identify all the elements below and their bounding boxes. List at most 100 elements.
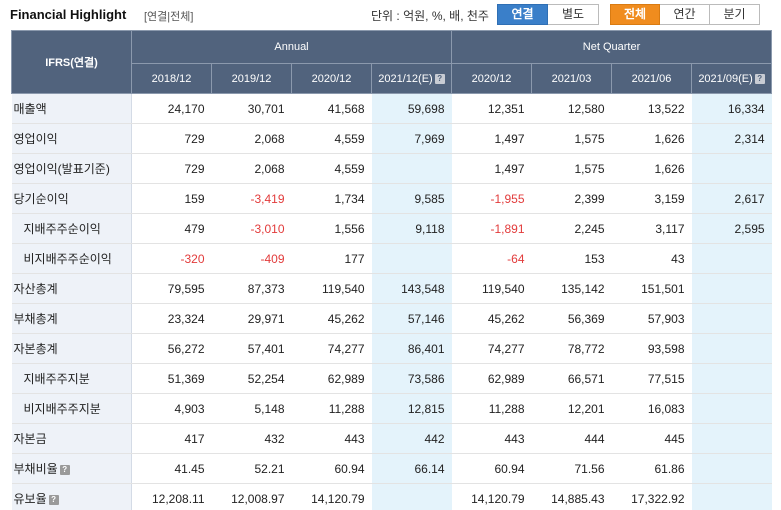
- period-quarter-toggle[interactable]: 분기: [710, 4, 760, 25]
- table-row: 비지배주주순이익 -320 -409 177 -64 153 43: [11, 243, 772, 274]
- table-cell: -1,891: [451, 213, 532, 244]
- table-cell: 729: [131, 153, 212, 184]
- table-cell: 2,314: [691, 123, 772, 154]
- row-label: 자산총계: [13, 282, 58, 296]
- column-header-3: 2021/12(E)?: [370, 63, 453, 94]
- table-cell: 43: [611, 243, 692, 274]
- table-row: 부채비율? 41.45 52.21 60.94 66.14 60.94 71.56 61.86: [11, 453, 772, 484]
- column-header-label: 2020/12: [311, 72, 352, 85]
- row-label-cell: 부채총계: [11, 303, 132, 334]
- table-cell: 71.56: [531, 453, 612, 484]
- table-row: 매출액 24,170 30,701 41,568 59,698 12,351 12,580 1…: [11, 93, 772, 124]
- table-cell: 77,515: [611, 363, 692, 394]
- table-cell: 443: [291, 423, 372, 454]
- row-help-icon[interactable]: ?: [48, 495, 59, 505]
- consolidation-toggle-group: 연결 별도: [497, 4, 599, 25]
- table-cell: 159: [131, 183, 212, 214]
- table-cell: 1,575: [531, 123, 612, 154]
- table-cell: 16,334: [691, 93, 772, 124]
- period-all-toggle[interactable]: 전체: [610, 4, 660, 25]
- table-cell: 11,288: [291, 393, 372, 424]
- column-header-5: 2021/03: [531, 63, 613, 94]
- table-cell: 60.94: [291, 453, 372, 484]
- row-label: 자본금: [13, 432, 47, 446]
- table-cell: 57,146: [371, 303, 452, 334]
- row-label-cell: 매출액: [11, 93, 132, 124]
- table-cell: 73,586: [371, 363, 452, 394]
- row-label: 부채비율: [13, 462, 58, 476]
- table-cell: 3,117: [611, 213, 692, 244]
- table-cell: 61.86: [611, 453, 692, 484]
- table-cell: 7,969: [371, 123, 452, 154]
- top-bar: Financial Highlight [연결|전체] 단위 : 억원, %, …: [0, 0, 781, 30]
- table-cell: 66.14: [371, 453, 452, 484]
- table-cell: [691, 423, 772, 454]
- table-cell: 12,201: [531, 393, 612, 424]
- table-row: 유보율? 12,208.11 12,008.97 14,120.79 14,120.79…: [11, 483, 772, 510]
- period-annual-toggle[interactable]: 연간: [660, 4, 710, 25]
- table-cell: 1,575: [531, 153, 612, 184]
- column-header-4: 2020/12: [451, 63, 533, 94]
- row-label: 비지배주주순이익: [23, 252, 112, 266]
- table-cell: 12,351: [451, 93, 532, 124]
- column-header-label: 2018/12: [151, 72, 192, 85]
- separate-toggle[interactable]: 별도: [548, 4, 599, 25]
- table-row: 비지배주주지분 4,903 5,148 11,288 12,815 11,288 12,20…: [11, 393, 772, 424]
- row-label-cell: 당기순이익: [11, 183, 132, 214]
- scope-indicator: [연결|전체]: [144, 11, 194, 23]
- table-cell: 60.94: [451, 453, 532, 484]
- row-label-cell: 비지배주주순이익: [11, 243, 132, 274]
- table-cell: 9,585: [371, 183, 452, 214]
- row-label: 부채총계: [13, 312, 58, 326]
- period-toggle-group: 전체 연간 분기: [610, 4, 760, 25]
- row-label: 지배주주순이익: [23, 222, 101, 236]
- column-header-2: 2020/12: [291, 63, 372, 94]
- table-cell: 2,399: [531, 183, 612, 214]
- table-cell: 41,568: [291, 93, 372, 124]
- table-row: 자본금 417 432 443 442 443 444 445: [11, 423, 772, 454]
- table-cell: 12,815: [371, 393, 452, 424]
- table-cell: [691, 153, 772, 184]
- table-cell: [691, 303, 772, 334]
- column-header-6: 2021/06: [611, 63, 693, 94]
- row-help-icon[interactable]: ?: [59, 465, 70, 475]
- row-label-cell: 유보율?: [11, 483, 132, 510]
- table-cell: [371, 153, 452, 184]
- table-cell: 4,903: [131, 393, 212, 424]
- row-label: 영업이익(발표기준): [13, 162, 110, 176]
- estimate-help-icon[interactable]: ?: [434, 73, 445, 84]
- table-cell: -409: [211, 243, 292, 274]
- row-label-cell: 부채비율?: [11, 453, 132, 484]
- row-label: 자본총계: [13, 342, 58, 356]
- table-cell: 16,083: [611, 393, 692, 424]
- estimate-help-icon[interactable]: ?: [754, 73, 765, 84]
- table-cell: 93,598: [611, 333, 692, 364]
- table-cell: 12,208.11: [131, 483, 212, 510]
- row-label: 매출액: [13, 102, 47, 116]
- table-cell: 143,548: [371, 273, 452, 304]
- table-cell: 62,989: [291, 363, 372, 394]
- table-cell: 17,322.92: [611, 483, 692, 510]
- table-cell: [691, 453, 772, 484]
- table-cell: 9,118: [371, 213, 452, 244]
- table-row: 자산총계 79,595 87,373 119,540 143,548 119,540 135…: [11, 273, 772, 304]
- table-cell: [691, 483, 772, 510]
- table-row: 영업이익 729 2,068 4,559 7,969 1,497 1,575 1,626 2,3…: [11, 123, 772, 154]
- table-cell: 445: [611, 423, 692, 454]
- table-cell: 432: [211, 423, 292, 454]
- quarter-group-header: Net Quarter: [451, 30, 773, 64]
- table-cell: 1,497: [451, 123, 532, 154]
- table-cell: [691, 363, 772, 394]
- financial-table: IFRS(연결) Annual Net Quarter 2018/12 2019/…: [11, 30, 773, 510]
- table-row: 자본총계 56,272 57,401 74,277 86,401 74,277 78,772…: [11, 333, 772, 364]
- table-cell: 24,170: [131, 93, 212, 124]
- table-cell: 52,254: [211, 363, 292, 394]
- consolidated-toggle[interactable]: 연결: [497, 4, 548, 25]
- column-header-1: 2019/12: [211, 63, 292, 94]
- page-title: Financial Highlight: [10, 7, 127, 22]
- column-header-0: 2018/12: [131, 63, 212, 94]
- table-cell: 2,617: [691, 183, 772, 214]
- row-label-cell: 자산총계: [11, 273, 132, 304]
- table-row: 당기순이익 159 -3,419 1,734 9,585 -1,955 2,399 3,159…: [11, 183, 772, 214]
- table-cell: 444: [531, 423, 612, 454]
